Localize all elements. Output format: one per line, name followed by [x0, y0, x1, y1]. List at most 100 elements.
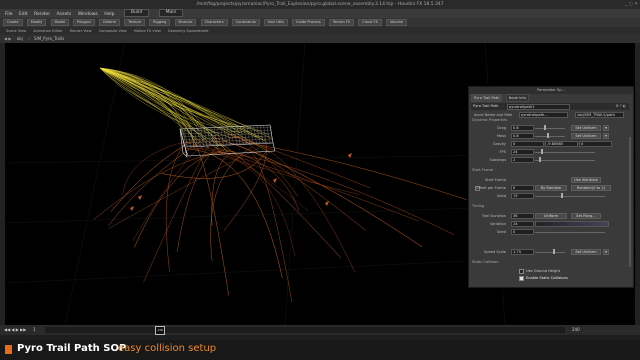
tab-composite-view[interactable]: Composite View [99, 29, 127, 33]
shelf-tab[interactable]: Muscles [174, 18, 197, 26]
seed2-row: Seed 0 [471, 229, 623, 235]
seed-row: Seed 19 [471, 193, 623, 199]
seed-field[interactable]: 19 [511, 193, 534, 199]
start-frame-section[interactable]: Start Frame [472, 168, 493, 172]
shelf-tab[interactable]: Hair Utils [263, 18, 288, 26]
node-name-input[interactable]: pyrotrailpath2 [507, 104, 570, 110]
tab-pyro-trail-path[interactable]: Pyro Trail Path [471, 94, 503, 102]
timeline-track[interactable] [45, 327, 565, 333]
playback-controls[interactable]: ◀◀ ◀ ▶ ▶▶ [4, 327, 26, 332]
shelf-tab[interactable]: Guide Process [292, 18, 325, 26]
enable-static-checkbox[interactable] [519, 276, 524, 281]
shelf-tab[interactable]: Model [50, 18, 70, 26]
tab-render-view[interactable]: Render View [70, 29, 92, 33]
path-obj[interactable]: obj [17, 36, 23, 41]
mass-slider-knob[interactable] [547, 133, 549, 138]
current-frame-marker[interactable]: 136 [155, 326, 165, 335]
shelf-tab[interactable]: Cloud FX [358, 18, 382, 26]
seed2-slider[interactable] [535, 232, 605, 233]
fps-slider-knob[interactable] [541, 149, 543, 154]
menu-windows[interactable]: Windows [78, 12, 98, 17]
static-collision-section[interactable]: Static Collision [472, 260, 498, 264]
speed-scale-set-uniform-button[interactable]: Set Uniform [571, 249, 601, 255]
shelf-tab[interactable]: Deform [99, 18, 121, 26]
tab-motion-fx-view[interactable]: Motion FX View [134, 29, 161, 33]
drag-set-uniform-button[interactable]: Set Uniform [571, 125, 601, 131]
speed-scale-slider-knob[interactable] [553, 249, 555, 254]
tab-node-info[interactable]: Node Info [505, 94, 529, 102]
desktop-select[interactable]: Build [123, 9, 150, 17]
caption-title: Pyro Trail Path SOP [17, 343, 127, 354]
use-attribute-button[interactable]: Use Attribute [571, 177, 601, 183]
shelf-tab[interactable]: Create [3, 18, 23, 26]
seed-slider-knob[interactable] [561, 193, 563, 198]
gravity-y-field[interactable]: -9.80665 [545, 141, 578, 147]
seed2-field[interactable]: 0 [511, 229, 534, 235]
trail-duration-mode-select[interactable]: Uniform [535, 213, 567, 219]
drag-slider[interactable] [535, 128, 565, 129]
shelf-tab[interactable]: Texture [124, 18, 145, 26]
right-toolbar[interactable] [635, 43, 640, 325]
gravity-z-field[interactable]: 0 [579, 141, 612, 147]
shelf-tab[interactable]: Volume [386, 18, 408, 26]
substeps-field[interactable]: 2 [511, 157, 534, 163]
gear-icon[interactable]: ⚙ ? ◐ [615, 103, 626, 110]
chevron-down-icon[interactable]: ▾ [603, 133, 609, 139]
drag-field[interactable]: 0.6 [511, 125, 534, 131]
shelf-tab[interactable]: Characters [200, 18, 228, 26]
back-arrow-icon[interactable]: ◀ ▶ [4, 36, 11, 41]
mass-field[interactable]: 0.8 [511, 133, 534, 139]
shelf-tab[interactable]: Terrain FX [328, 18, 355, 26]
substeps-row: Substeps 2 [471, 157, 623, 163]
seed-slider[interactable] [535, 196, 605, 197]
mass-slider[interactable] [535, 136, 565, 137]
accel-path-input[interactable]: /obj/SIM_TRAILS/path [575, 112, 624, 118]
offset-by-random-button[interactable]: By Random [535, 185, 567, 191]
timing-section[interactable]: Timing [472, 204, 484, 208]
trail-duration-field[interactable]: 36 [511, 213, 534, 219]
trail-duration-set-range-button[interactable]: Set Rang... [571, 213, 601, 219]
shelf-tab[interactable]: Rigging [149, 18, 171, 26]
substeps-slider[interactable] [535, 160, 595, 161]
menu-render[interactable]: Render [34, 12, 50, 17]
substeps-slider-knob[interactable] [539, 157, 541, 162]
chevron-down-icon[interactable]: ▾ [603, 125, 609, 131]
path-node[interactable]: SIM_Pyro_Trails [34, 36, 64, 41]
offset-distribution-select[interactable]: Random(0 to 1) [571, 185, 611, 191]
timeline-start[interactable]: 1 [33, 327, 36, 332]
variation-ramp[interactable] [535, 221, 609, 227]
shelf-tab[interactable]: Constraints [231, 18, 260, 26]
dynamic-props-section[interactable]: Dynamic Properties [472, 118, 507, 122]
gravity-x-field[interactable]: 0 [511, 141, 544, 147]
fps-slider[interactable] [535, 152, 595, 153]
speed-scale-field[interactable]: 1.75 [511, 249, 534, 255]
parameter-panel[interactable]: Parameter Sp... Pyro Trail Path Node Inf… [468, 86, 634, 288]
mass-set-uniform-button[interactable]: Set Uniform [571, 133, 601, 139]
shelf-tab[interactable]: Polygon [73, 18, 95, 26]
menu-help[interactable]: Help [104, 12, 114, 17]
variation-field[interactable]: 24 [511, 221, 534, 227]
accel-name-input[interactable]: pyrotrailpath... [519, 112, 568, 118]
drag-slider-knob[interactable] [544, 125, 546, 130]
tab-scene-view[interactable]: Scene View [6, 29, 26, 33]
speed-scale-slider[interactable] [535, 252, 565, 253]
window-controls[interactable]: _ ▢ ✕ [625, 0, 638, 9]
shelf-tab[interactable]: Modify [26, 18, 47, 26]
chevron-down-icon[interactable]: ▾ [603, 249, 609, 255]
tab-animation-editor[interactable]: Animation Editor [33, 29, 62, 33]
menu-edit[interactable]: Edit [19, 12, 28, 17]
main-shelf-select[interactable]: Main [158, 9, 184, 17]
menu-file[interactable]: File [5, 12, 13, 17]
scene-viewport[interactable]: Parameter Sp... Pyro Trail Path Node Inf… [4, 42, 636, 326]
mass-label: Mass [496, 134, 506, 138]
fps-field[interactable]: 24 [511, 149, 534, 155]
menu-assets[interactable]: Assets [57, 12, 72, 17]
mesh-line [266, 125, 270, 144]
timeline-bar: ◀◀ ◀ ▶ ▶▶ 1 136 240 [0, 325, 640, 335]
panel-scrollbar[interactable] [629, 137, 631, 267]
offset-field[interactable]: 0 [511, 185, 534, 191]
timeline-end[interactable]: 240 [572, 327, 580, 332]
tab-geometry-spreadsheet[interactable]: Geometry Spreadsheet [168, 29, 209, 33]
use-ground-checkbox[interactable] [519, 269, 524, 274]
static-collision-row: Enable Static Collisions [471, 275, 623, 281]
